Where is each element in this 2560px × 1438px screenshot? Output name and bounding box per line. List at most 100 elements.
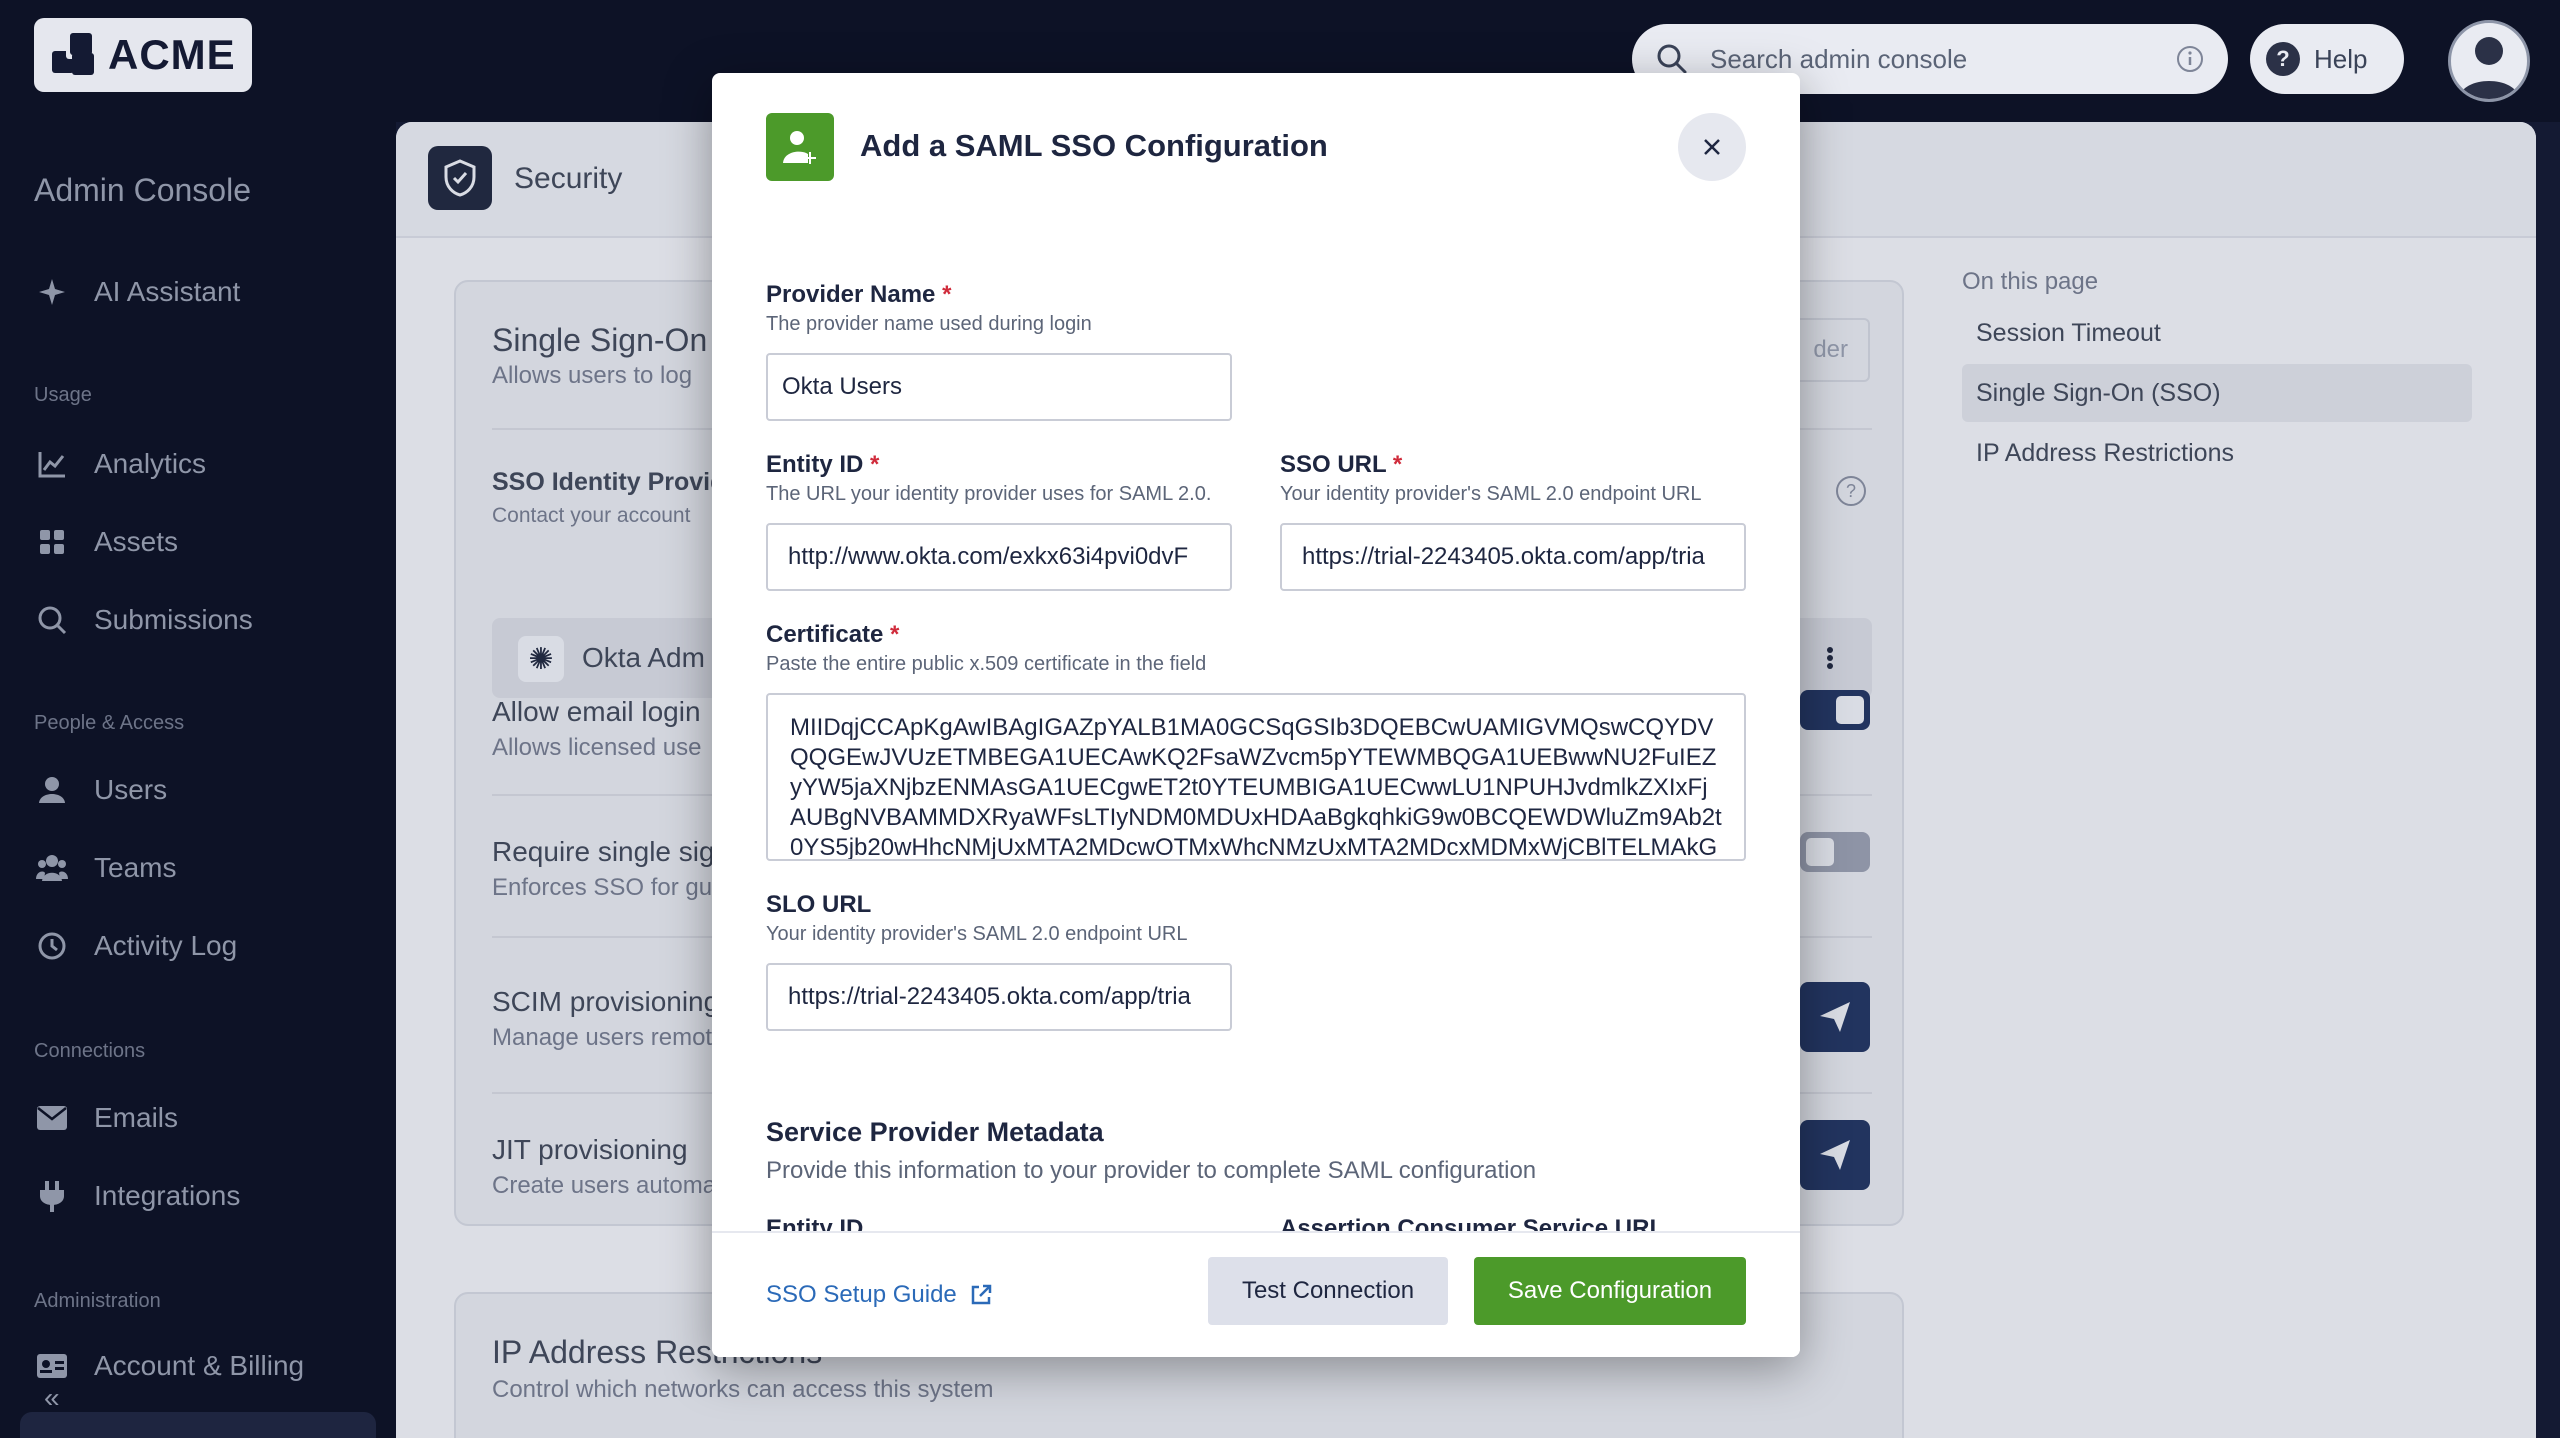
user-avatar-icon (2459, 37, 2519, 99)
sso-card-title: Single Sign-On (492, 322, 708, 358)
require-sso-title: Require single sig (492, 836, 715, 867)
modal-title: Add a SAML SSO Configuration (860, 128, 1328, 163)
test-connection-button[interactable]: Test Connection (1208, 1257, 1448, 1325)
sp-metadata-title: Service Provider Metadata (766, 1117, 1104, 1147)
toc-item[interactable]: IP Address Restrictions (1962, 424, 2472, 482)
sidebar-item-emails[interactable]: Emails (34, 1090, 374, 1146)
provider-name-input[interactable]: Okta Users (766, 353, 1232, 421)
provider-name-help: The provider name used during login (766, 313, 1092, 335)
team-icon (34, 850, 70, 886)
idp-title: SSO Identity Provid (492, 468, 726, 496)
sidebar-item-security[interactable] (20, 1412, 376, 1438)
sidebar-section-administration: Administration (34, 1290, 161, 1312)
search-placeholder: Search admin console (1710, 43, 1968, 74)
user-icon (34, 772, 70, 808)
sidebar-item-account-billing[interactable]: Account & Billing (34, 1338, 374, 1394)
jit-send-button[interactable] (1800, 1120, 1870, 1190)
sso-url-input[interactable]: https://trial-2243405.okta.com/app/tria (1280, 523, 1746, 591)
entity-id-help: The URL your identity provider uses for … (766, 483, 1212, 505)
more-options-icon[interactable] (1826, 638, 1834, 678)
sidebar-section-usage: Usage (34, 384, 92, 406)
external-link-icon (971, 1284, 992, 1305)
sidebar-item-activity-log[interactable]: Activity Log (34, 918, 374, 974)
jit-title: JIT provisioning (492, 1134, 688, 1165)
acme-logo[interactable]: ACME (34, 18, 252, 92)
slo-url-label: SLO URL (766, 891, 872, 918)
sidebar-item-label: AI Assistant (94, 276, 241, 307)
sidebar-item-submissions[interactable]: Submissions (34, 592, 374, 648)
help-button[interactable]: ? Help (2250, 24, 2404, 94)
send-icon (1820, 1140, 1850, 1170)
guide-label: SSO Setup Guide (766, 1281, 957, 1308)
shield-icon (428, 146, 492, 210)
envelope-icon (34, 1100, 70, 1136)
sso-setup-guide-link[interactable]: SSO Setup Guide (766, 1281, 993, 1309)
sidebar-item-analytics[interactable]: Analytics (34, 436, 374, 492)
sidebar-section-people: People & Access (34, 712, 185, 734)
sidebar-item-label: Users (94, 774, 168, 805)
saml-config-modal: Add a SAML SSO Configuration Provider Na… (712, 73, 1800, 1357)
help-circle-icon[interactable]: ? (1836, 476, 1866, 506)
search-icon (1657, 44, 1687, 74)
idp-subtitle: Contact your account (492, 504, 691, 527)
sidebar-item-label: Teams (94, 852, 177, 883)
sidebar-item-teams[interactable]: Teams (34, 840, 374, 896)
sidebar-section-connections: Connections (34, 1040, 146, 1062)
ip-card-subtitle: Control which networks can access this s… (492, 1376, 994, 1403)
sparkle-icon (34, 274, 70, 310)
certificate-textarea[interactable]: MIIDqjCCApKgAwIBAgIGAZpYALB1MA0GCSqGSIb3… (766, 693, 1746, 861)
toc-item-active[interactable]: Single Sign-On (SSO) (1962, 364, 2472, 422)
sidebar-item-label: Activity Log (94, 930, 238, 961)
sidebar-item-label: Assets (94, 526, 179, 557)
grid-icon (34, 524, 70, 560)
certificate-help: Paste the entire public x.509 certificat… (766, 653, 1207, 675)
history-icon (34, 928, 70, 964)
close-icon (1704, 139, 1720, 155)
user-avatar[interactable] (2448, 20, 2530, 102)
sidebar: Admin Console AI Assistant Usage Analyti… (0, 122, 396, 1438)
save-configuration-button[interactable]: Save Configuration (1474, 1257, 1746, 1325)
email-login-title: Allow email login (492, 696, 701, 727)
sidebar-title: Admin Console (34, 172, 251, 208)
sidebar-item-users[interactable]: Users (34, 762, 374, 818)
require-sso-toggle[interactable] (1800, 832, 1870, 872)
email-login-toggle[interactable] (1800, 690, 1870, 730)
slo-url-input[interactable]: https://trial-2243405.okta.com/app/tria (766, 963, 1232, 1031)
on-this-page-title: On this page (1962, 268, 2099, 295)
email-login-subtitle: Allows licensed use (492, 734, 702, 761)
scim-subtitle: Manage users remot (492, 1024, 713, 1051)
question-icon: ? (2266, 42, 2300, 76)
send-icon (1820, 1002, 1850, 1032)
require-sso-subtitle: Enforces SSO for gu (492, 874, 713, 901)
sidebar-item-label: Integrations (94, 1180, 241, 1211)
collapse-sidebar-icon[interactable]: « (44, 1382, 60, 1414)
sidebar-item-assets[interactable]: Assets (34, 514, 374, 570)
sso-url-label: SSO URL * (1280, 451, 1403, 478)
scim-send-button[interactable] (1800, 982, 1870, 1052)
sso-card-subtitle: Allows users to log (492, 362, 693, 389)
entity-id-input[interactable]: http://www.okta.com/exkx63i4pvi0dvF (766, 523, 1232, 591)
sidebar-item-integrations[interactable]: Integrations (34, 1168, 374, 1224)
info-icon[interactable] (2176, 45, 2204, 73)
sidebar-item-ai-assistant[interactable]: AI Assistant (34, 264, 374, 320)
magnifier-icon (34, 602, 70, 638)
jit-subtitle: Create users automa (492, 1172, 717, 1199)
close-button[interactable] (1678, 113, 1746, 181)
gear-icon: ✺ (518, 636, 564, 682)
certificate-label: Certificate * (766, 621, 900, 648)
sidebar-item-label: Analytics (94, 448, 207, 479)
sidebar-item-label: Emails (94, 1102, 179, 1133)
toc-item[interactable]: Session Timeout (1962, 304, 2472, 362)
slo-url-help: Your identity provider's SAML 2.0 endpoi… (766, 923, 1188, 945)
sso-url-help: Your identity provider's SAML 2.0 endpoi… (1280, 483, 1702, 505)
provider-name-label: Provider Name * (766, 281, 952, 308)
add-user-icon (766, 113, 834, 181)
brand-name: ACME (108, 31, 236, 78)
chart-icon (34, 446, 70, 482)
acme-logo-icon (52, 33, 98, 77)
sidebar-item-label: Account & Billing (94, 1350, 305, 1381)
sidebar-item-label: Submissions (94, 604, 253, 635)
help-label: Help (2314, 43, 2368, 74)
sp-metadata-description: Provide this information to your provide… (766, 1157, 1537, 1184)
page-title: Security (514, 162, 623, 195)
